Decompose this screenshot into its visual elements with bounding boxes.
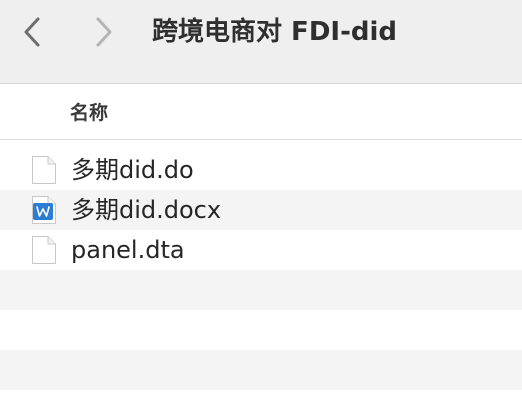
file-row[interactable]: panel.dta (0, 230, 522, 270)
file-name: panel.dta (71, 236, 185, 264)
name-column-header[interactable]: 名称 (70, 98, 108, 125)
document-icon (32, 156, 56, 184)
document-icon (32, 236, 56, 264)
empty-row (0, 310, 522, 350)
empty-row (0, 350, 522, 390)
file-list: 多期did.do 多期did.docx panel.dta (0, 150, 522, 390)
column-header: 名称 (0, 84, 522, 140)
forward-button[interactable] (86, 14, 122, 50)
toolbar: 跨境电商对 FDI-did (0, 0, 522, 84)
back-button[interactable] (14, 14, 50, 50)
word-document-icon (32, 196, 56, 224)
file-row[interactable]: 多期did.do (0, 150, 522, 190)
file-row[interactable]: 多期did.docx (0, 190, 522, 230)
chevron-right-icon (96, 17, 112, 47)
window-title: 跨境电商对 FDI-did (152, 17, 397, 47)
empty-row (0, 270, 522, 310)
file-name: 多期did.docx (71, 196, 222, 224)
file-name: 多期did.do (71, 156, 194, 184)
chevron-left-icon (24, 17, 40, 47)
